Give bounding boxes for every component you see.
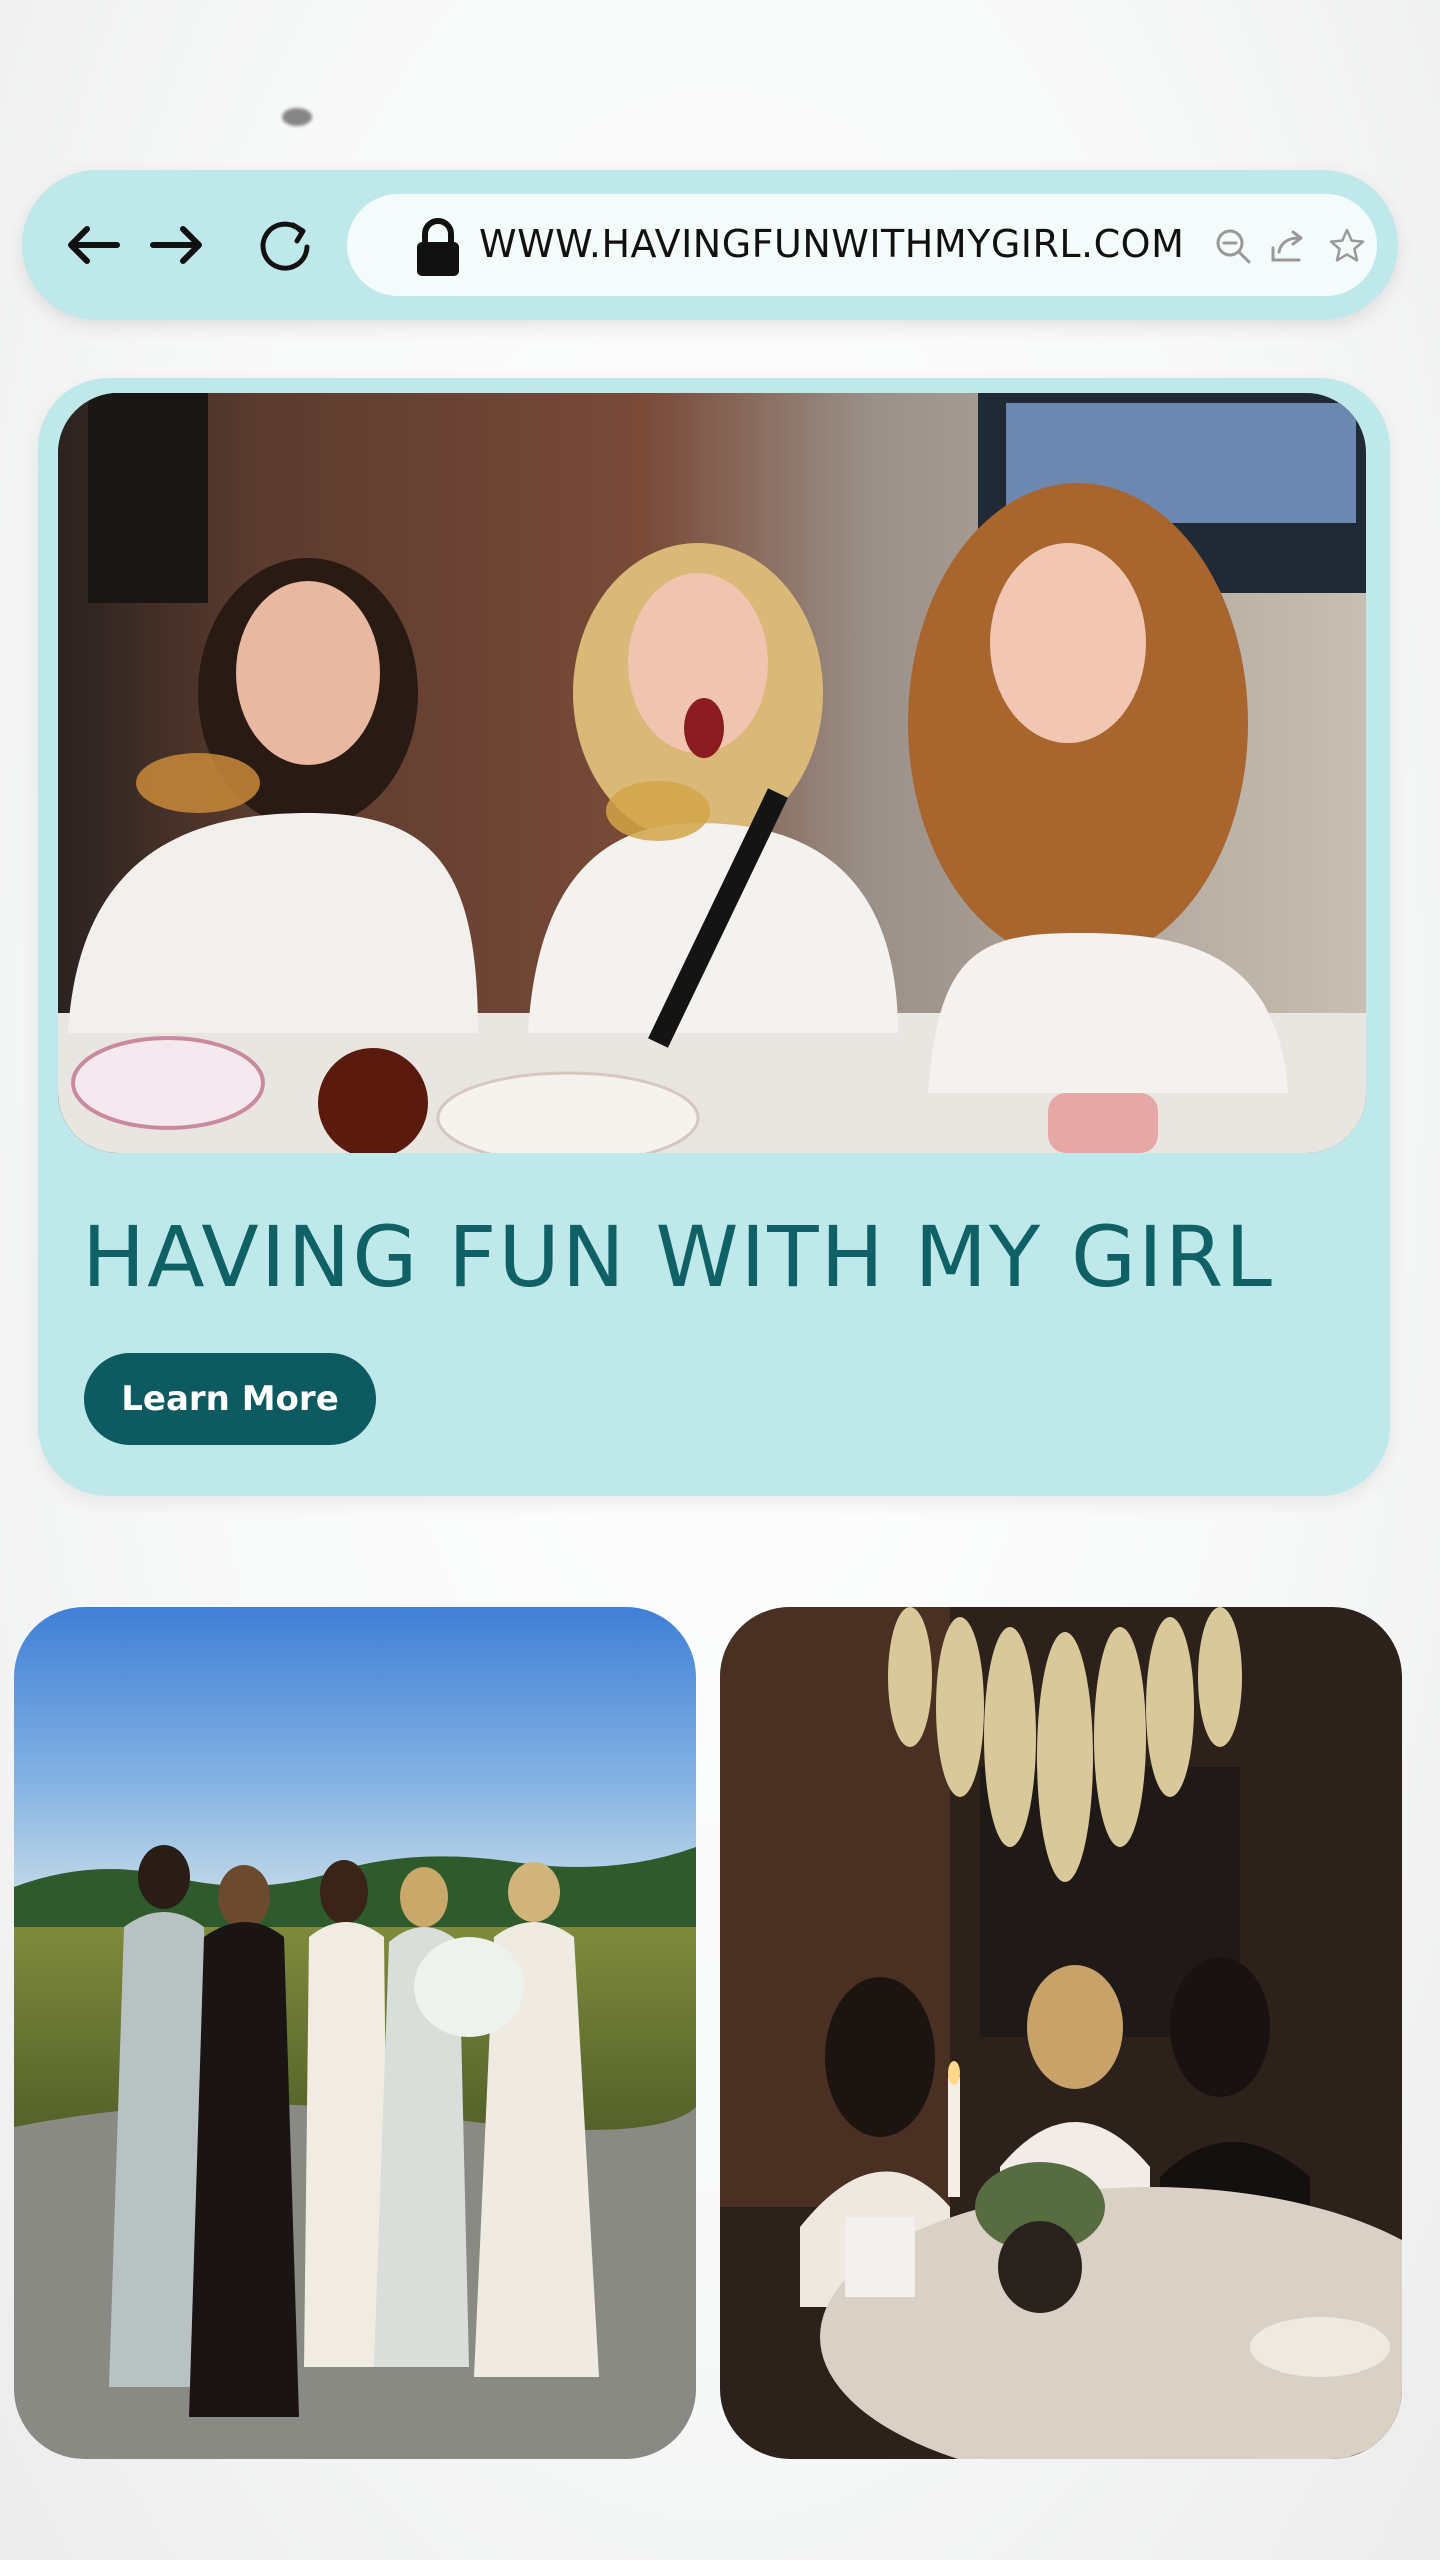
learn-more-button[interactable]: Learn More xyxy=(84,1353,376,1445)
back-button[interactable] xyxy=(56,208,130,282)
bookmark-star-icon[interactable] xyxy=(1327,226,1367,266)
five-women-field-photo xyxy=(14,1607,696,2459)
gallery-photo-left xyxy=(14,1607,696,2459)
share-icon[interactable] xyxy=(1267,226,1307,266)
back-arrow-icon xyxy=(68,226,120,264)
forward-arrow-icon xyxy=(150,226,202,264)
reload-button[interactable] xyxy=(248,208,322,282)
hero-card: HAVING FUN WITH MY GIRL Learn More xyxy=(38,378,1390,1496)
hero-photo xyxy=(58,393,1366,1153)
url-text: WWW.HAVINGFUNWITHMYGIRL.COM xyxy=(479,222,1185,266)
url-field[interactable]: WWW.HAVINGFUNWITHMYGIRL.COM xyxy=(347,194,1377,296)
women-dining-under-chandelier-photo xyxy=(720,1607,1402,2459)
three-women-dinner-toast-photo xyxy=(58,393,1366,1153)
browser-address-bar: WWW.HAVINGFUNWITHMYGIRL.COM xyxy=(22,170,1398,320)
zoom-out-icon[interactable] xyxy=(1213,226,1253,266)
reload-icon xyxy=(260,221,310,271)
lock-icon xyxy=(417,218,459,276)
hero-title: HAVING FUN WITH MY GIRL xyxy=(82,1208,1274,1306)
gallery-photo-right xyxy=(720,1607,1402,2459)
forward-button[interactable] xyxy=(140,208,214,282)
dust-speck xyxy=(282,108,312,126)
